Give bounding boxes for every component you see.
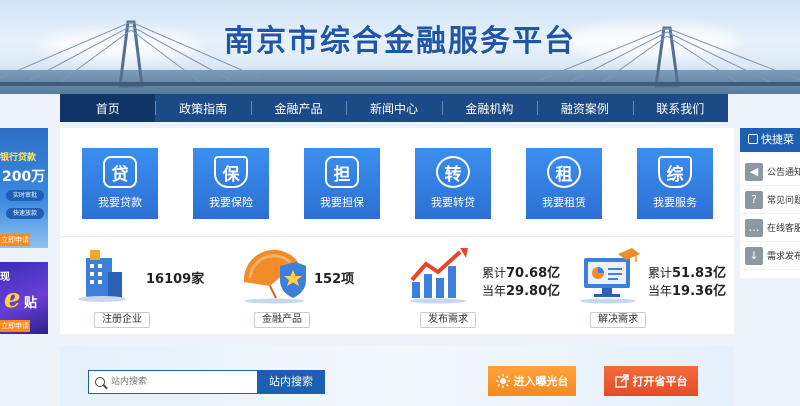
- ad-pill-approval: 实时审批: [6, 190, 44, 201]
- service-grid: 贷 我要贷款 保 我要保险 担 我要担保 转 我要转贷 租 我要租赁 综 我要服…: [82, 148, 713, 219]
- guarantee-icon: 担: [325, 156, 359, 188]
- site-title: 南京市综合金融服务平台: [224, 24, 576, 59]
- search-input[interactable]: [111, 372, 251, 392]
- ad-line1: 银行贷款: [0, 153, 37, 163]
- quick-item-faq[interactable]: ? 常见问题: [740, 186, 800, 214]
- external-link-icon: [614, 374, 629, 388]
- resolved-total-value: 51.83亿: [672, 266, 727, 281]
- transfer-loan-icon: 转: [436, 156, 470, 188]
- service-label: 我要租赁: [542, 196, 586, 209]
- question-icon: ?: [745, 190, 763, 209]
- bank-loan-ad[interactable]: 银行贷款 200万 实时审批 快速放款 立即申请: [0, 128, 48, 248]
- service-label: 我要服务: [653, 196, 697, 209]
- demand-total-value: 70.68亿: [506, 266, 561, 281]
- lease-icon: 租: [547, 156, 581, 188]
- service-label: 我要保险: [209, 196, 253, 209]
- resolved-tag[interactable]: 解决需求: [590, 312, 646, 328]
- quick-menu-header[interactable]: 快捷菜: [740, 128, 800, 152]
- service-label: 我要转贷: [431, 196, 475, 209]
- ad-pill-fast: 快速放款: [6, 208, 44, 219]
- quick-item-notices[interactable]: ◀ 公告通知: [740, 158, 800, 186]
- ad-apply-button[interactable]: 立即申请: [0, 320, 30, 332]
- monitor-chart-icon: [580, 248, 640, 304]
- main-nav: 首页 政策指南 金融产品 新闻中心 金融机构 融资案例 联系我们: [60, 94, 728, 122]
- building-icon: [78, 250, 126, 302]
- quick-menu: 快捷菜 ◀ 公告通知 ? 常见问题 … 在线客服 ↓ 需求发布: [740, 128, 800, 278]
- demand-total-label: 累计: [482, 266, 507, 280]
- nav-item-cases[interactable]: 融资案例: [537, 94, 632, 122]
- nav-item-news[interactable]: 新闻中心: [346, 94, 441, 122]
- main-card: 贷 我要贷款 保 我要保险 担 我要担保 转 我要转贷 租 我要租赁 综 我要服…: [60, 128, 734, 334]
- quick-item-online-service[interactable]: … 在线客服: [740, 214, 800, 242]
- quick-item-label: 在线客服: [767, 224, 800, 234]
- ad-line2: 贴: [24, 296, 38, 311]
- ad-apply-button[interactable]: 立即申请: [0, 234, 30, 246]
- e-discount-ad[interactable]: 现 e 贴 立即申请: [0, 262, 48, 334]
- e-logo: e: [4, 284, 21, 314]
- service-loan[interactable]: 贷 我要贷款: [82, 148, 158, 219]
- nav-item-home[interactable]: 首页: [60, 94, 156, 122]
- umbrella-shield-icon: [243, 249, 306, 304]
- search-box: [88, 370, 258, 394]
- menu-icon: [748, 134, 758, 144]
- demand-year-value: 29.80亿: [506, 284, 561, 299]
- chat-icon: …: [745, 218, 763, 237]
- header-banner: 南京市综合金融服务平台: [0, 0, 800, 94]
- nav-item-contact[interactable]: 联系我们: [632, 94, 728, 122]
- resolved-year-value: 19.36亿: [672, 284, 727, 299]
- growth-chart-icon: [410, 248, 468, 304]
- province-platform-button[interactable]: 打开省平台: [604, 366, 698, 396]
- ad-line1: 现: [0, 272, 10, 283]
- nav-item-institutions[interactable]: 金融机构: [441, 94, 537, 122]
- service-label: 我要贷款: [98, 196, 142, 209]
- service-label: 我要担保: [320, 196, 364, 209]
- exposure-button[interactable]: 进入曝光台: [488, 366, 576, 396]
- nav-item-products[interactable]: 金融产品: [250, 94, 346, 122]
- service-transfer-loan[interactable]: 转 我要转贷: [415, 148, 491, 219]
- resolved-total-label: 累计: [648, 266, 673, 280]
- enterprise-count: 16109家: [146, 272, 205, 287]
- nav-item-policy[interactable]: 政策指南: [155, 94, 250, 122]
- demand-year-label: 当年: [482, 284, 507, 298]
- search-strip: 站内搜索 进入曝光台 打开省平台: [60, 346, 734, 406]
- products-tag[interactable]: 金融产品: [254, 312, 310, 328]
- resolved-year-label: 当年: [648, 284, 673, 298]
- enterprises-tag[interactable]: 注册企业: [94, 312, 150, 328]
- search-button[interactable]: 站内搜索: [257, 370, 325, 394]
- service-insurance[interactable]: 保 我要保险: [193, 148, 269, 219]
- exposure-label: 进入曝光台: [513, 375, 569, 388]
- product-count: 152项: [314, 272, 355, 287]
- quick-item-label: 常见问题: [767, 196, 800, 206]
- service-icon: 综: [658, 156, 692, 188]
- quick-menu-title: 快捷菜: [761, 133, 794, 146]
- demands-tag[interactable]: 发布需求: [420, 312, 476, 328]
- search-icon: [95, 377, 105, 387]
- quick-item-label: 需求发布: [767, 252, 800, 262]
- service-general[interactable]: 综 我要服务: [637, 148, 713, 219]
- divider: [60, 236, 734, 237]
- download-icon: ↓: [745, 246, 763, 265]
- ad-amount: 200万: [2, 169, 46, 185]
- quick-item-label: 公告通知: [767, 168, 800, 178]
- loan-icon: 贷: [103, 156, 137, 188]
- service-guarantee[interactable]: 担 我要担保: [304, 148, 380, 219]
- service-lease[interactable]: 租 我要租赁: [526, 148, 602, 219]
- sun-icon: [495, 374, 510, 388]
- insurance-icon: 保: [214, 156, 248, 188]
- megaphone-icon: ◀: [745, 162, 763, 181]
- province-label: 打开省平台: [632, 375, 688, 388]
- quick-item-publish-demand[interactable]: ↓ 需求发布: [740, 242, 800, 270]
